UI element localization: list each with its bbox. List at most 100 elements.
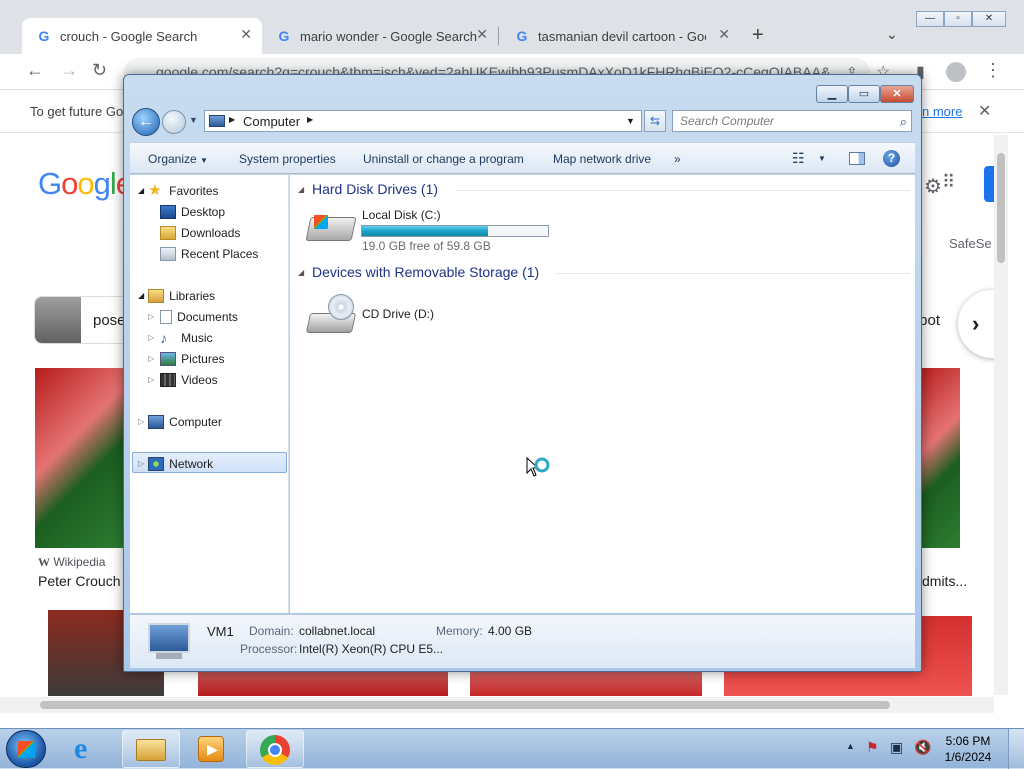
- close-button[interactable]: ✕: [880, 85, 914, 103]
- show-hidden-icons-chevron-icon[interactable]: ▲: [846, 741, 855, 751]
- nav-item-computer[interactable]: ▷ Computer: [138, 411, 222, 432]
- back-button[interactable]: ←: [132, 108, 160, 136]
- group-header-hard-disk-drives[interactable]: Hard Disk Drives (1): [312, 181, 438, 197]
- chrome-minimize-button[interactable]: —: [916, 11, 944, 27]
- result-caption[interactable]: Peter Crouch: [38, 573, 120, 589]
- taskbar-chrome-button[interactable]: [246, 730, 304, 768]
- tab-mario-wonder[interactable]: G mario wonder - Google Search ✕: [262, 18, 498, 54]
- recent-pages-chevron-icon[interactable]: ▼: [189, 115, 198, 125]
- collapsed-triangle-icon[interactable]: ▷: [138, 417, 144, 426]
- nav-item-videos[interactable]: ▷ Videos: [148, 369, 218, 390]
- horizontal-scrollbar[interactable]: [0, 697, 994, 713]
- collapsed-triangle-icon[interactable]: ▷: [148, 312, 154, 321]
- media-player-icon[interactable]: ▶: [198, 736, 224, 762]
- internet-explorer-icon[interactable]: e: [74, 733, 106, 765]
- sign-in-button[interactable]: [984, 166, 994, 202]
- breadcrumb-arrow-icon[interactable]: ▶: [229, 115, 235, 124]
- processor-value: Intel(R) Xeon(R) CPU E5...: [299, 642, 444, 656]
- forward-arrow-icon[interactable]: →: [60, 60, 78, 81]
- uninstall-program-button[interactable]: Uninstall or change a program: [363, 152, 524, 166]
- tab-tasmanian-devil[interactable]: G tasmanian devil cartoon - Google ✕: [500, 18, 740, 54]
- tab-close-icon[interactable]: ✕: [718, 26, 730, 43]
- refresh-icon[interactable]: ⇆: [644, 110, 666, 132]
- vertical-scrollbar[interactable]: [994, 135, 1008, 695]
- tab-close-icon[interactable]: ✕: [240, 26, 252, 43]
- nav-item-pictures[interactable]: ▷ Pictures: [148, 348, 225, 369]
- scrollbar-thumb[interactable]: [997, 153, 1005, 263]
- chrome-close-button[interactable]: ✕: [972, 11, 1006, 27]
- system-clock[interactable]: 5:06 PM 1/6/2024: [938, 733, 998, 765]
- nav-item-libraries[interactable]: ◢ Libraries: [138, 285, 215, 306]
- nav-label: Desktop: [181, 204, 226, 219]
- map-network-drive-button[interactable]: Map network drive: [553, 152, 651, 166]
- collapsed-triangle-icon[interactable]: ▷: [138, 459, 144, 468]
- search-input[interactable]: Search Computer ⌕: [672, 110, 912, 132]
- group-divider: [556, 273, 910, 274]
- organize-menu[interactable]: Organize ▼: [148, 152, 208, 166]
- result-image-right[interactable]: [918, 368, 960, 548]
- scrollbar-thumb[interactable]: [40, 701, 890, 709]
- drive-cd-d[interactable]: CD Drive (D:): [305, 291, 458, 339]
- chrome-maximize-button[interactable]: ▫: [944, 11, 972, 27]
- info-bar-close-icon[interactable]: ✕: [978, 101, 991, 121]
- google-logo[interactable]: Google: [38, 166, 133, 202]
- drive-c-name: Local Disk (C:): [362, 208, 441, 222]
- start-button[interactable]: [6, 730, 46, 768]
- collapsed-triangle-icon[interactable]: ▷: [148, 375, 154, 384]
- volume-muted-icon[interactable]: 🔇: [914, 739, 931, 756]
- tab-close-icon[interactable]: ✕: [476, 26, 488, 43]
- view-options-chevron-icon[interactable]: ▼: [818, 154, 826, 163]
- computer-icon: [209, 115, 225, 127]
- nav-item-favorites[interactable]: ◢ ★ Favorites: [138, 180, 219, 201]
- breadcrumb-computer[interactable]: Computer: [243, 114, 300, 129]
- settings-gear-icon[interactable]: ⚙: [924, 174, 942, 199]
- expanded-triangle-icon[interactable]: ◢: [138, 291, 144, 300]
- address-history-chevron-icon[interactable]: ▼: [626, 116, 635, 126]
- nav-item-downloads[interactable]: Downloads: [160, 222, 240, 243]
- group-collapse-triangle-icon[interactable]: ◢: [298, 185, 304, 194]
- drive-local-disk-c[interactable]: Local Disk (C:) 19.0 GB free of 59.8 GB: [305, 205, 578, 253]
- windows-logo-icon: [314, 215, 328, 229]
- nav-item-documents[interactable]: ▷ Documents: [148, 306, 238, 327]
- group-collapse-triangle-icon[interactable]: ◢: [298, 268, 304, 277]
- collapsed-triangle-icon[interactable]: ▷: [148, 354, 154, 363]
- show-desktop-button[interactable]: [1008, 729, 1024, 769]
- capacity-bar-fill: [362, 226, 489, 236]
- action-center-flag-icon[interactable]: ⚑: [866, 739, 879, 756]
- nav-item-recent-places[interactable]: Recent Places: [160, 243, 258, 264]
- help-icon[interactable]: ?: [883, 150, 900, 167]
- change-view-icon[interactable]: ☷: [792, 150, 805, 167]
- preview-pane-icon[interactable]: [849, 152, 865, 165]
- menu-kebab-icon[interactable]: ⋮: [984, 60, 1002, 81]
- nav-label: Libraries: [169, 288, 216, 303]
- new-tab-icon[interactable]: +: [752, 24, 764, 47]
- back-arrow-icon[interactable]: ←: [26, 60, 44, 81]
- profile-avatar[interactable]: [946, 62, 966, 82]
- search-icon[interactable]: ⌕: [900, 112, 907, 132]
- collapsed-triangle-icon[interactable]: ▷: [148, 333, 154, 342]
- result-caption-right[interactable]: dmits...: [922, 573, 967, 589]
- videos-icon: [160, 372, 177, 387]
- tab-crouch[interactable]: G crouch - Google Search ✕: [22, 18, 262, 54]
- system-properties-button[interactable]: System properties: [239, 152, 336, 166]
- info-bar-link[interactable]: n more: [922, 104, 962, 119]
- reload-icon[interactable]: ↻: [92, 60, 107, 81]
- nav-item-music[interactable]: ▷ ♪ Music: [148, 327, 213, 348]
- forward-button[interactable]: [162, 110, 186, 134]
- group-header-removable-storage[interactable]: Devices with Removable Storage (1): [312, 264, 539, 280]
- nav-item-desktop[interactable]: Desktop: [160, 201, 225, 222]
- nav-item-network[interactable]: ▷ Network: [138, 453, 213, 474]
- apps-grid-icon[interactable]: ⠿: [942, 172, 955, 193]
- tab-title: mario wonder - Google Search: [300, 28, 478, 44]
- more-commands-button[interactable]: »: [674, 152, 681, 166]
- minimize-button[interactable]: ▁: [816, 85, 848, 103]
- breadcrumb-arrow-icon[interactable]: ▶: [307, 115, 313, 124]
- maximize-button[interactable]: ▭: [848, 85, 880, 103]
- tab-search-chevron-icon[interactable]: ⌄: [886, 26, 898, 43]
- taskbar-explorer-button[interactable]: [122, 730, 180, 768]
- address-bar[interactable]: ▶ Computer ▶ ▼: [204, 110, 642, 132]
- network-tray-icon[interactable]: ▣: [890, 739, 903, 756]
- result-image-peter-crouch[interactable]: [35, 368, 125, 548]
- expanded-triangle-icon[interactable]: ◢: [138, 186, 144, 195]
- safesearch-label[interactable]: SafeSe: [949, 236, 992, 251]
